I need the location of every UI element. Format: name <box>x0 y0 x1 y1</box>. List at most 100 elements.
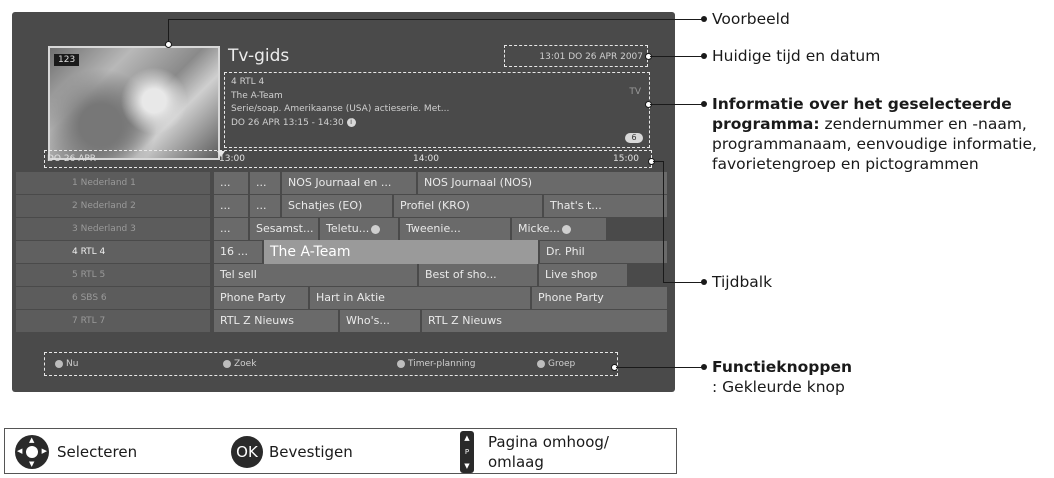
legend-confirm: OK Bevestigen <box>231 429 353 475</box>
program-cell[interactable]: Phone Party <box>214 287 310 309</box>
legend-select-label: Selecteren <box>57 443 138 461</box>
callout-line <box>650 104 702 105</box>
callout-line <box>663 282 702 283</box>
color-dot-icon <box>537 359 545 368</box>
callout-line <box>616 367 702 368</box>
guide-title: Tv-gids <box>228 46 290 66</box>
callout-point <box>701 364 707 370</box>
program-cell[interactable]: ... <box>214 218 250 240</box>
channel-row: 5 RTL 5 Tel sell Best of sho... Live sho… <box>16 264 671 286</box>
channel-name[interactable]: 4 RTL 4 <box>16 241 210 263</box>
program-cell[interactable]: RTL Z Nieuws <box>422 310 669 332</box>
channel-badge: 123 <box>54 54 80 66</box>
info-channel: 4 RTL 4 <box>231 77 265 87</box>
func-key-label: Timer-planning <box>408 359 476 369</box>
channel-row: 6 SBS 6 Phone Party Hart in Aktie Phone … <box>16 287 671 309</box>
dpad-icon: ▲ ▼ ◀ ▶ <box>15 435 49 469</box>
rating-icon: 6 <box>625 133 643 143</box>
legend-page-line2: omlaag <box>488 453 544 471</box>
func-key-timer[interactable]: Timer-planning <box>397 359 475 369</box>
func-key-zoek[interactable]: Zoek <box>223 359 256 369</box>
callout-line <box>168 19 169 42</box>
channel-name[interactable]: 7 RTL 7 <box>16 310 210 332</box>
program-cell[interactable]: 16 ... <box>214 241 264 263</box>
channel-row: 3 Nederland 3 ... Sesamst... Teletu... T… <box>16 218 671 240</box>
info-datetime: DO 26 APR 13:15 - 14:30 <box>231 117 344 128</box>
timebar-tick: 15:00 <box>613 154 639 164</box>
info-datetime-row: DO 26 APR 13:15 - 14:30 i <box>231 117 643 131</box>
program-cell[interactable]: ... <box>250 172 282 194</box>
color-dot-icon <box>397 359 405 368</box>
program-cell-selected[interactable]: The A-Team <box>264 240 540 264</box>
legend-page-text: Pagina omhoog/ omlaag <box>488 432 609 472</box>
program-cell[interactable]: Schatjes (EO) <box>282 195 394 217</box>
func-key-nu[interactable]: Nu <box>55 359 78 369</box>
callout-point <box>701 53 707 59</box>
callout-line <box>650 56 702 57</box>
program-cell[interactable]: Who's... <box>340 310 422 332</box>
program-title: Micke... <box>518 222 560 235</box>
callout-function-keys: Functieknoppen : Gekleurde knop <box>712 357 852 397</box>
callout-info-last: favorietengroep en pictogrammen <box>712 155 979 173</box>
timebar-date: DO 26 APR <box>47 154 97 164</box>
program-cell[interactable]: Phone Party <box>532 287 669 309</box>
info-program: The A-Team <box>231 90 283 101</box>
channel-name[interactable]: 3 Nederland 3 <box>16 218 210 240</box>
program-cell[interactable]: Dr. Phil <box>540 241 669 263</box>
callout-func-bold: Functieknoppen <box>712 358 853 376</box>
program-cell[interactable]: That's t... <box>544 195 669 217</box>
color-dot-icon <box>55 359 63 368</box>
page-button-icon: ▲ P ▼ <box>460 431 474 473</box>
callout-func-rest: : Gekleurde knop <box>712 378 845 396</box>
program-cell[interactable]: NOS Journaal en ... <box>282 172 418 194</box>
channel-row: 7 RTL 7 RTL Z Nieuws Who's... RTL Z Nieu… <box>16 310 671 332</box>
program-cell[interactable]: Micke... <box>512 218 608 240</box>
program-cell[interactable]: ... <box>250 195 282 217</box>
program-cell[interactable]: Hart in Aktie <box>310 287 532 309</box>
program-cell[interactable]: Teletu... <box>320 218 400 240</box>
legend-page: ▲ P ▼ Pagina omhoog/ omlaag <box>460 429 609 475</box>
channel-name[interactable]: 1 Nederland 1 <box>16 172 210 194</box>
function-key-bar: Nu Zoek Timer-planning Groep <box>44 352 618 376</box>
program-cell[interactable]: NOS Journaal (NOS) <box>418 172 669 194</box>
program-title: Teletu... <box>326 222 370 235</box>
func-key-label: Groep <box>548 359 576 369</box>
program-cell[interactable]: Tweenie... <box>400 218 512 240</box>
preview-window: 123 <box>48 46 220 160</box>
current-time-date: 13:01 DO 26 APR 2007 <box>504 45 648 67</box>
program-cell[interactable]: Sesamst... <box>250 218 320 240</box>
callout-point <box>165 41 172 48</box>
program-cell[interactable]: Profiel (KRO) <box>394 195 544 217</box>
channel-name[interactable]: 6 SBS 6 <box>16 287 210 309</box>
program-cell[interactable]: Tel sell <box>214 264 419 286</box>
ok-button-icon: OK <box>231 436 263 468</box>
func-key-label: Zoek <box>234 359 257 369</box>
channel-name[interactable]: 2 Nederland 2 <box>16 195 210 217</box>
color-dot-icon <box>223 359 231 368</box>
channel-name[interactable]: 5 RTL 5 <box>16 264 210 286</box>
tv-guide-screen: 123 Tv-gids 13:01 DO 26 APR 2007 4 RTL 4… <box>12 12 675 392</box>
callout-time-date: Huidige tijd en datum <box>712 47 881 65</box>
callout-point <box>701 279 707 285</box>
channel-row-selected: 4 RTL 4 16 ... The A-Team Dr. Phil <box>16 240 671 264</box>
callout-info: Informatie over het geselecteerde progra… <box>712 94 1048 174</box>
timebar-tick: 14:00 <box>413 154 439 164</box>
info-description: Serie/soap. Amerikaanse (USA) actieserie… <box>231 104 450 114</box>
func-key-label: Nu <box>66 359 79 369</box>
info-icon: i <box>346 117 356 127</box>
program-cell[interactable]: Live shop <box>539 264 629 286</box>
info-tv-tag: TV <box>629 87 641 97</box>
program-cell[interactable]: RTL Z Nieuws <box>214 310 340 332</box>
program-cell[interactable]: ... <box>214 195 250 217</box>
timebar-tick: 13:00 <box>219 154 245 164</box>
channel-row: 1 Nederland 1 ... ... NOS Journaal en ..… <box>16 172 671 194</box>
program-cell[interactable]: ... <box>214 172 250 194</box>
program-info-panel: 4 RTL 4 The A-Team Serie/soap. Amerikaan… <box>224 72 650 148</box>
button-legend: ▲ ▼ ◀ ▶ Selecteren OK Bevestigen ▲ P ▼ Pag… <box>4 428 677 474</box>
program-cell[interactable]: Best of sho... <box>419 264 539 286</box>
func-key-groep[interactable]: Groep <box>537 359 575 369</box>
callout-line <box>168 19 702 20</box>
callout-preview: Voorbeeld <box>712 10 790 28</box>
callout-point <box>701 101 707 107</box>
callout-point <box>701 16 707 22</box>
